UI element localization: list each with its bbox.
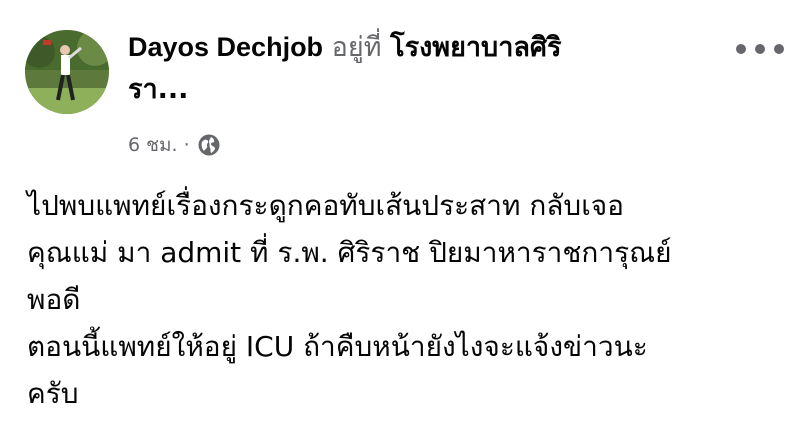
post-text: ไปพบแพทย์เรื่องกระดูกคอทับเส้นประสาท กลั… [27,182,787,417]
more-dot [736,44,746,54]
post-text-line: คุณแม่ มา admit ที่ ร.พ. ศิริราช ปิยมาหา… [27,236,672,269]
author-name[interactable]: Dayos Dechjob [128,32,323,62]
post-text-line: ครับ [27,377,79,410]
more-dot [755,44,765,54]
timestamp[interactable]: 6 ชม. [128,130,178,160]
avatar-photo [25,30,109,114]
avatar[interactable] [25,30,109,114]
post-text-line: พอดี [27,283,81,316]
facebook-post: Dayos Dechjob อยู่ที่ โรงพยาบาลศิริรา...… [0,0,800,426]
post-meta: 6 ชม. · [128,131,220,159]
meta-separator: · [183,134,190,156]
location-name[interactable]: โรงพยาบาลศิริ [390,32,561,63]
location-name-continued[interactable]: รา... [128,74,188,105]
globe-icon[interactable] [198,134,220,156]
post-text-line: ไปพบแพทย์เรื่องกระดูกคอทับเส้นประสาท กลั… [27,189,624,222]
post-header: Dayos Dechjob อยู่ที่ โรงพยาบาลศิริรา... [128,26,708,111]
more-options-button[interactable] [736,36,784,62]
more-dot [774,44,784,54]
at-label: อยู่ที่ [331,32,382,63]
post-text-line: ตอนนี้แพทย์ให้อยู่ ICU ถ้าคืบหน้ายังไงจะ… [27,330,648,363]
